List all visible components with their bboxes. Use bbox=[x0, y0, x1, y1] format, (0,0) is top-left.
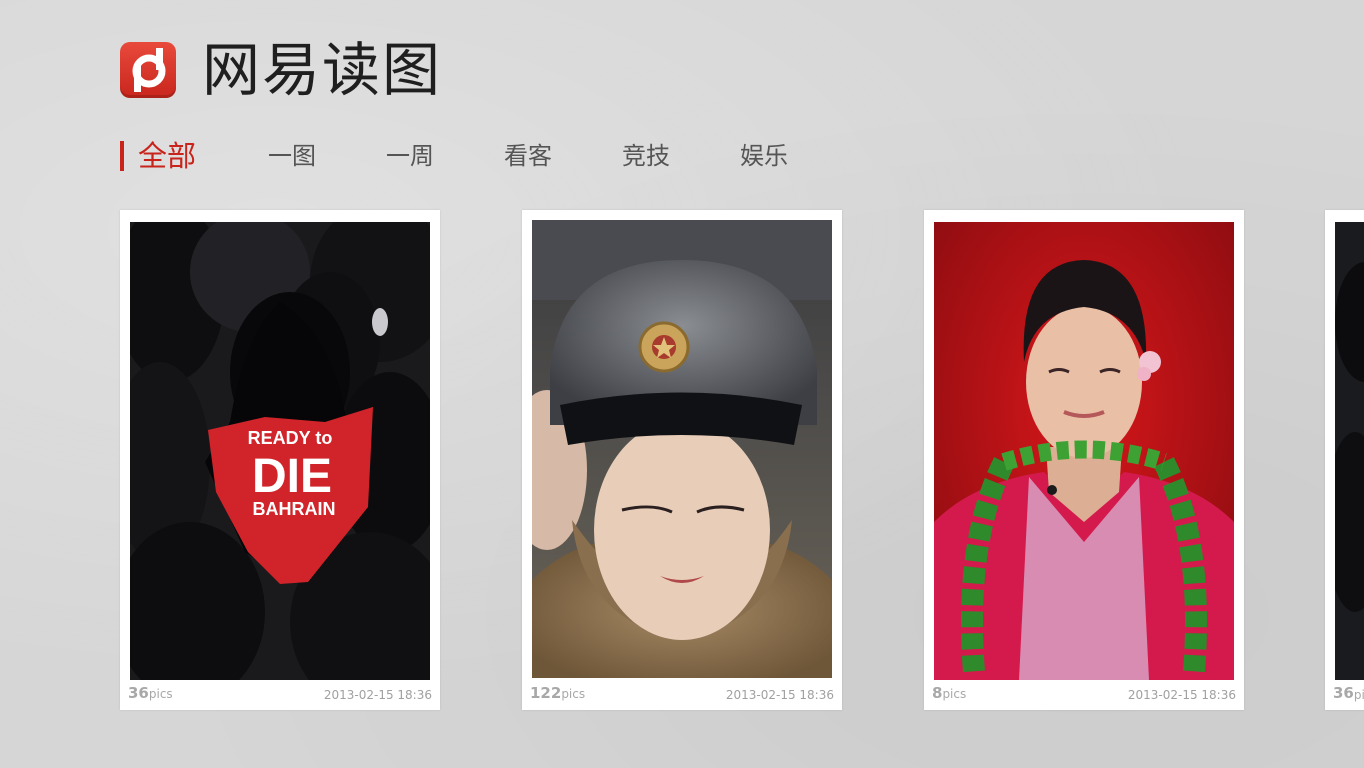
gallery-photo bbox=[934, 222, 1234, 680]
tab-one-week[interactable]: 一周 bbox=[386, 136, 434, 176]
category-tabs: 全部 一图 一周 看客 竞技 娱乐 bbox=[120, 136, 858, 176]
tab-one-picture[interactable]: 一图 bbox=[268, 136, 316, 176]
pic-count-number: 36 bbox=[128, 684, 149, 702]
pic-count-number: 36 bbox=[1333, 684, 1354, 702]
tab-all[interactable]: 全部 bbox=[120, 141, 196, 171]
card-footer: 36pics 2013-02-15 18:36 bbox=[128, 676, 432, 702]
shirt-text-line2: DIE bbox=[252, 450, 332, 503]
publish-date: 2013-02-15 18:36 bbox=[1127, 688, 1236, 702]
app-header: 网易读图 bbox=[120, 38, 442, 102]
gallery-photo: READY to DIE BAHRAIN bbox=[130, 222, 430, 680]
gallery-card[interactable]: 36pics bbox=[1325, 210, 1364, 710]
pic-count: 8pics bbox=[932, 683, 966, 702]
tab-kanke[interactable]: 看客 bbox=[504, 136, 552, 176]
pic-count-unit: pics bbox=[561, 687, 586, 701]
publish-date: 2013-02-15 18:36 bbox=[725, 688, 834, 702]
card-footer: 8pics 2013-02-15 18:36 bbox=[932, 676, 1236, 702]
shirt-text-line3: BAHRAIN bbox=[253, 499, 336, 519]
pic-count-number: 8 bbox=[932, 684, 943, 702]
gallery-photo bbox=[532, 220, 832, 678]
tab-entertainment[interactable]: 娱乐 bbox=[740, 136, 788, 176]
pic-count-number: 122 bbox=[530, 684, 562, 702]
gallery-card[interactable]: READY to DIE BAHRAIN 36pics 2013-02-15 1… bbox=[120, 210, 440, 710]
pic-count-unit: pics bbox=[942, 687, 967, 701]
app-title: 网易读图 bbox=[202, 36, 443, 104]
shirt-text-line1: READY to bbox=[248, 428, 333, 448]
gallery-card[interactable]: 122pics 2013-02-15 18:36 bbox=[522, 210, 842, 710]
card-footer: 122pics 2013-02-15 18:36 bbox=[530, 676, 834, 702]
publish-date: 2013-02-15 18:36 bbox=[323, 688, 432, 702]
pic-count-unit: pics bbox=[148, 687, 173, 701]
pic-count: 36pics bbox=[128, 683, 173, 702]
card-footer: 36pics bbox=[1333, 676, 1364, 702]
tab-sports[interactable]: 竞技 bbox=[622, 136, 670, 176]
pic-count: 122pics bbox=[530, 683, 585, 702]
gallery-card[interactable]: 8pics 2013-02-15 18:36 bbox=[924, 210, 1244, 710]
netease-pic-logo-icon bbox=[120, 42, 176, 98]
gallery-photo bbox=[1325, 222, 1364, 680]
pic-count-unit: pics bbox=[1353, 688, 1364, 702]
